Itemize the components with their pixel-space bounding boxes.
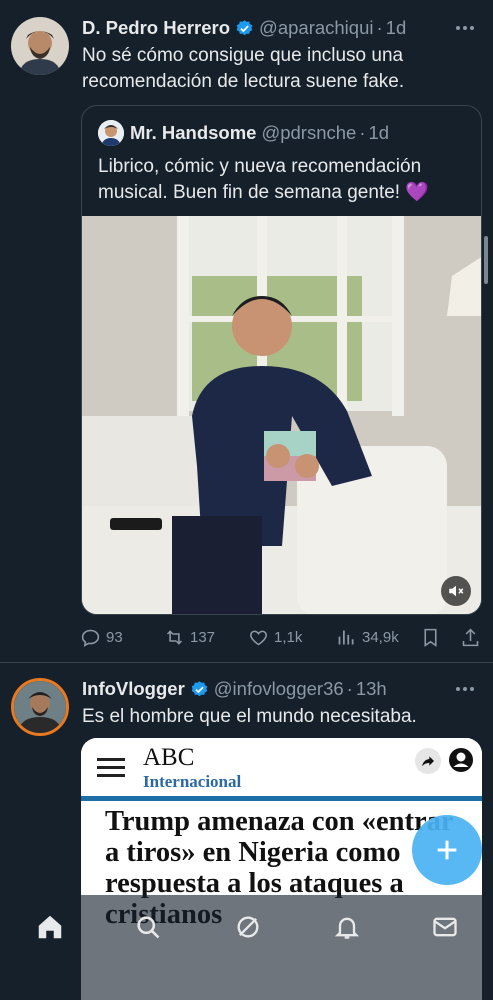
quoted-tweet[interactable]: Mr. Handsome @pdrsnche · 1d Librico, cóm… — [81, 105, 482, 615]
author-handle[interactable]: @aparachiqui — [259, 17, 373, 39]
tweet-header: D. Pedro Herrero @aparachiqui · 1d — [82, 16, 406, 40]
avatar[interactable] — [11, 17, 69, 75]
quote-author-name[interactable]: Mr. Handsome — [130, 122, 256, 144]
quote-author-handle[interactable]: @pdrsnche — [261, 122, 356, 144]
quote-header: Mr. Handsome @pdrsnche · 1d — [98, 120, 389, 146]
search-icon — [137, 916, 160, 939]
share-icon — [462, 628, 479, 646]
mute-button[interactable] — [441, 576, 471, 606]
separator: · — [376, 17, 383, 38]
article-header: ABC Internacional — [81, 738, 482, 801]
compose-button[interactable] — [412, 815, 482, 885]
tweet-text: Es el hombre que el mundo necesitaba. — [82, 706, 417, 727]
timestamp[interactable]: 1d — [386, 17, 407, 39]
video-media[interactable] — [82, 216, 481, 614]
like-button[interactable]: 1,1k — [248, 624, 302, 650]
tweet-card[interactable]: D. Pedro Herrero @aparachiqui · 1d No sé… — [0, 0, 493, 660]
reply-count: 93 — [106, 628, 123, 646]
verified-icon — [236, 19, 253, 35]
reply-button[interactable]: 93 — [80, 624, 123, 650]
article-section: Internacional — [143, 772, 242, 791]
tweet-header: InfoVlogger @infovlogger36 · 13h — [82, 677, 387, 701]
author-handle[interactable]: @infovlogger36 — [214, 678, 344, 700]
article-rule — [81, 796, 482, 801]
scrollbar[interactable] — [484, 236, 488, 284]
separator: · — [359, 122, 366, 143]
author-name[interactable]: D. Pedro Herrero — [82, 17, 230, 39]
nav-notifications[interactable] — [331, 911, 363, 943]
grok-icon — [237, 916, 259, 938]
verified-icon — [191, 680, 208, 696]
share-button[interactable] — [460, 624, 481, 650]
retweet-count: 137 — [190, 628, 216, 646]
avatar[interactable] — [11, 678, 69, 736]
quote-avatar — [98, 120, 124, 146]
nav-home[interactable] — [34, 911, 66, 943]
quote-text: Librico, cómic y nueva recomendación mus… — [98, 156, 430, 203]
more-options-icon[interactable] — [453, 679, 477, 699]
nav-messages[interactable] — [429, 911, 461, 943]
user-icon — [448, 747, 474, 773]
nav-grok[interactable] — [232, 911, 264, 943]
tweet-text: No sé cómo consigue que incluso una reco… — [82, 45, 405, 92]
mute-icon — [449, 585, 464, 597]
retweet-icon — [166, 629, 183, 645]
hamburger-icon — [97, 758, 125, 778]
bookmark-button[interactable] — [420, 624, 441, 650]
quote-timestamp[interactable]: 1d — [369, 122, 390, 144]
views-icon — [338, 630, 354, 644]
views-count: 34,9k — [362, 628, 399, 646]
plus-icon — [437, 840, 457, 860]
bookmark-icon — [424, 628, 437, 647]
article-logo: ABC — [143, 744, 195, 771]
heart-icon — [250, 630, 267, 645]
reply-icon — [81, 629, 100, 647]
nav-search[interactable] — [132, 911, 164, 943]
mail-icon — [433, 917, 457, 937]
tweet-actions: 93 137 1,1k 34,9k — [80, 624, 485, 650]
more-options-icon[interactable] — [453, 18, 477, 38]
timestamp[interactable]: 13h — [356, 678, 387, 700]
like-count: 1,1k — [274, 628, 303, 646]
share-arrow-icon — [415, 748, 441, 774]
bell-icon — [334, 917, 360, 939]
views-button[interactable]: 34,9k — [336, 624, 399, 650]
home-icon — [38, 915, 62, 939]
retweet-button[interactable]: 137 — [164, 624, 215, 650]
separator: · — [346, 678, 353, 699]
author-name[interactable]: InfoVlogger — [82, 678, 185, 700]
bottom-navigation — [0, 895, 493, 1000]
